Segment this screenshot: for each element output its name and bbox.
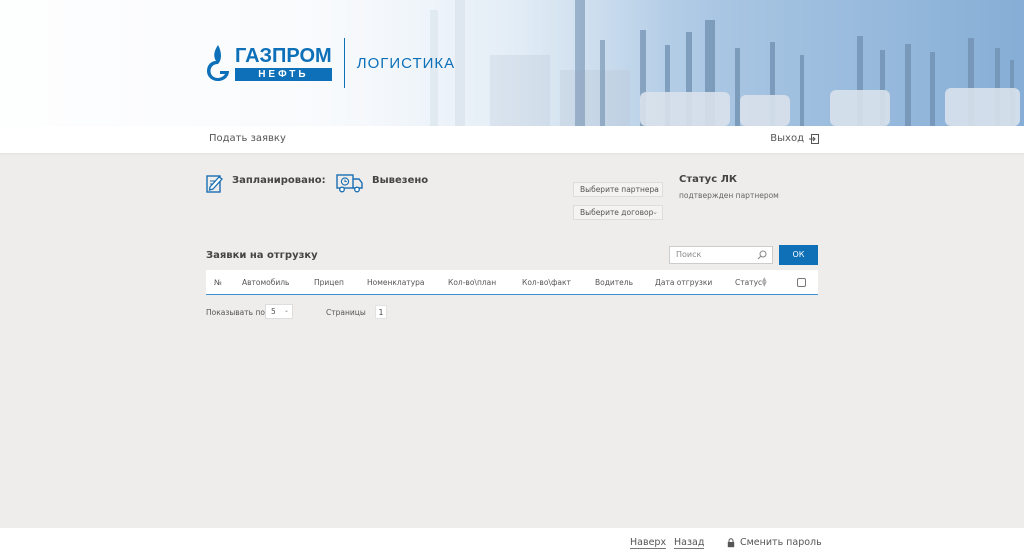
header-banner: ГАЗПРОМ НЕФТЬ ЛОГИСТИКА bbox=[0, 0, 1024, 126]
status-title: Статус ЛК bbox=[679, 174, 738, 185]
column-nomenclature[interactable]: Номенклатура bbox=[367, 278, 425, 287]
column-vehicle[interactable]: Автомобиль bbox=[242, 278, 289, 287]
contract-select[interactable]: Выберите договор ⌄ bbox=[573, 205, 663, 220]
submit-request-link[interactable]: Подать заявку bbox=[209, 133, 286, 144]
planned-stat: Запланировано: bbox=[206, 173, 326, 193]
logo-wordmark: ГАЗПРОМ НЕФТЬ bbox=[235, 45, 332, 81]
contract-select-value: Выберите договор bbox=[580, 208, 654, 217]
table-header: № Автомобиль Прицеп Номенклатура Кол-во\… bbox=[206, 270, 818, 295]
delivery-truck-icon bbox=[336, 174, 363, 193]
section-title: Заявки на отгрузку bbox=[206, 250, 318, 261]
app-title: ЛОГИСТИКА bbox=[356, 54, 456, 72]
banner-haze bbox=[0, 0, 1024, 126]
logout-link[interactable]: Выход bbox=[770, 133, 819, 144]
column-qty-plan[interactable]: Кол-во\план bbox=[448, 278, 496, 287]
column-ship-date[interactable]: Дата отгрузки bbox=[655, 278, 712, 287]
chevron-down-icon: ⌄ bbox=[652, 185, 658, 193]
scroll-top-link[interactable]: Наверх bbox=[630, 537, 667, 549]
partner-select[interactable]: Выберите партнера ⌄ bbox=[573, 182, 663, 197]
edit-document-icon bbox=[206, 175, 223, 193]
page-size-select[interactable]: 5 ⌄ bbox=[265, 304, 293, 319]
select-all-checkbox[interactable] bbox=[797, 278, 806, 287]
change-password-link[interactable]: Сменить пароль bbox=[727, 537, 822, 548]
search-icon bbox=[757, 250, 767, 260]
status-value: подтвержден партнером bbox=[679, 191, 779, 200]
search-placeholder: Поиск bbox=[676, 250, 702, 259]
chevron-down-icon: ⌄ bbox=[652, 208, 658, 216]
logout-icon bbox=[809, 133, 819, 144]
page-size-value: 5 bbox=[271, 307, 276, 316]
page-size-label: Показывать по bbox=[206, 308, 265, 317]
planned-label: Запланировано: bbox=[232, 175, 326, 186]
column-qty-fact[interactable]: Кол-во\факт bbox=[522, 278, 571, 287]
change-password-label: Сменить пароль bbox=[740, 537, 822, 548]
pages-label: Страницы bbox=[326, 308, 366, 317]
exported-stat: Вывезено bbox=[336, 173, 428, 193]
lock-icon bbox=[727, 537, 735, 547]
exported-label: Вывезено bbox=[372, 175, 429, 186]
logo-top-text: ГАЗПРОМ bbox=[235, 45, 332, 67]
brand: ГАЗПРОМ НЕФТЬ ЛОГИСТИКА bbox=[205, 38, 455, 88]
column-driver[interactable]: Водитель bbox=[595, 278, 633, 287]
back-link[interactable]: Назад bbox=[674, 537, 705, 549]
top-navbar: Подать заявку Выход bbox=[0, 126, 1024, 153]
footer: Наверх Назад Сменить пароль bbox=[0, 528, 1024, 556]
column-number[interactable]: № bbox=[214, 278, 222, 287]
column-status[interactable]: Статус bbox=[735, 278, 762, 287]
gazprom-flame-icon bbox=[205, 43, 231, 83]
brand-divider bbox=[343, 38, 345, 88]
partner-select-value: Выберите партнера bbox=[580, 185, 659, 194]
chevron-down-icon: ⌄ bbox=[283, 307, 289, 314]
logo-bottom-text: НЕФТЬ bbox=[235, 68, 332, 81]
search-input[interactable]: Поиск bbox=[669, 246, 773, 264]
ok-button[interactable]: ОК bbox=[779, 245, 818, 265]
sort-icon[interactable]: ▲ ▼ bbox=[762, 277, 767, 288]
logout-label: Выход bbox=[770, 133, 804, 144]
page-number-button[interactable]: 1 bbox=[375, 305, 387, 319]
column-trailer[interactable]: Прицеп bbox=[314, 278, 344, 287]
